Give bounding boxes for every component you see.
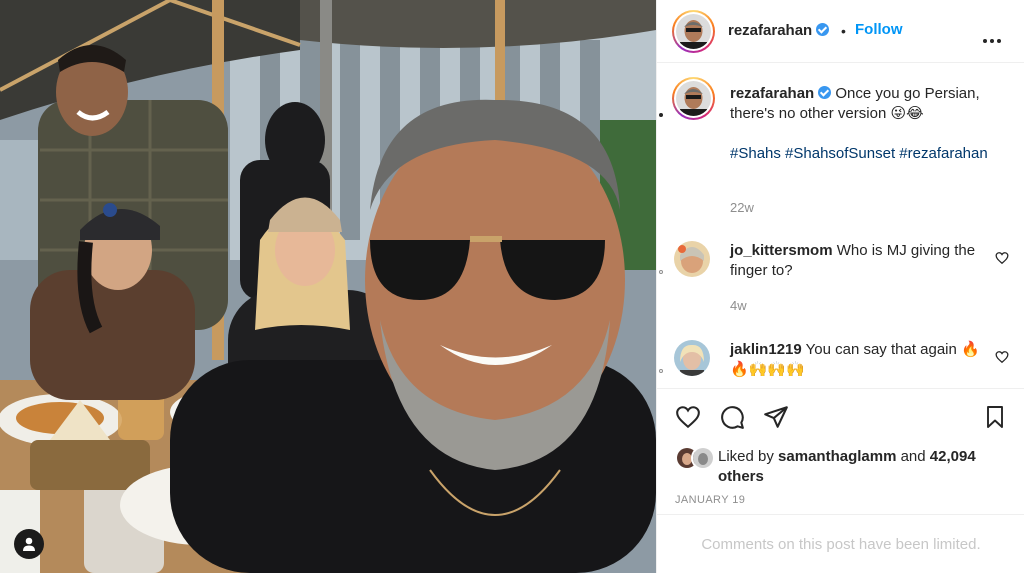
post-date[interactable]: JANUARY 19 xyxy=(675,494,745,506)
caption-username[interactable]: rezafarahan xyxy=(730,85,814,102)
follow-button[interactable]: Follow xyxy=(855,21,903,38)
comments-limited-notice: Comments on this post have been limited. xyxy=(657,514,1024,573)
likes-text: Liked by samanthaglamm and 42,094 others xyxy=(718,447,1008,487)
caption-bullet xyxy=(659,113,663,117)
caption-avatar[interactable] xyxy=(672,77,715,120)
more-options-button[interactable] xyxy=(983,30,1004,48)
post-header: rezafarahan • Follow xyxy=(657,0,1024,63)
comment-bullet xyxy=(659,369,663,373)
likes-user-link[interactable]: samanthaglamm xyxy=(778,448,896,465)
likes-prefix: Liked by xyxy=(718,448,774,465)
comment-icon[interactable] xyxy=(719,404,745,430)
bookmark-icon[interactable] xyxy=(983,404,1007,430)
author-username-link[interactable]: rezafarahan xyxy=(728,22,830,39)
liker-avatar[interactable] xyxy=(691,446,715,470)
verified-badge-icon xyxy=(818,86,832,99)
verified-badge-icon xyxy=(816,23,830,36)
author-username: rezafarahan xyxy=(728,22,813,39)
likes-joiner: and xyxy=(900,448,926,465)
post-photo[interactable] xyxy=(0,0,656,573)
user-tags-button[interactable] xyxy=(14,529,44,559)
comments-list[interactable]: rezafarahan Once you go Persian, there's… xyxy=(657,63,1024,388)
photo-image xyxy=(0,0,656,573)
caption-text-block: rezafarahan Once you go Persian, there's… xyxy=(730,84,992,164)
comment-text-block: jaklin1219 You can say that again 🔥🔥🙌🙌🙌 xyxy=(730,340,992,380)
comment-bullet xyxy=(659,270,663,274)
author-avatar[interactable] xyxy=(672,10,715,53)
header-separator: • xyxy=(841,23,846,39)
comment-text-block: jo_kittersmom Who is MJ giving the finge… xyxy=(730,241,992,281)
post-actions xyxy=(657,388,1024,444)
comment-username[interactable]: jo_kittersmom xyxy=(730,242,833,259)
comment-like-heart-icon[interactable] xyxy=(995,251,1009,265)
commenter-avatar[interactable] xyxy=(674,241,710,277)
comment-like-heart-icon[interactable] xyxy=(995,350,1009,364)
comment-username[interactable]: jaklin1219 xyxy=(730,341,802,358)
person-icon xyxy=(23,537,35,551)
more-horizontal-icon xyxy=(983,39,987,43)
caption-hashtags[interactable]: #Shahs #ShahsofSunset #rezafarahan xyxy=(730,144,992,164)
heart-icon[interactable] xyxy=(675,404,701,430)
commenter-avatar[interactable] xyxy=(674,340,710,376)
post-side-panel: rezafarahan • Follow rezafarahan Once yo… xyxy=(656,0,1024,573)
likes-summary: Liked by samanthaglamm and 42,094 others xyxy=(657,444,1024,492)
send-icon[interactable] xyxy=(763,404,789,430)
comment-age[interactable]: 4w xyxy=(730,298,747,313)
caption-age[interactable]: 22w xyxy=(730,200,754,215)
